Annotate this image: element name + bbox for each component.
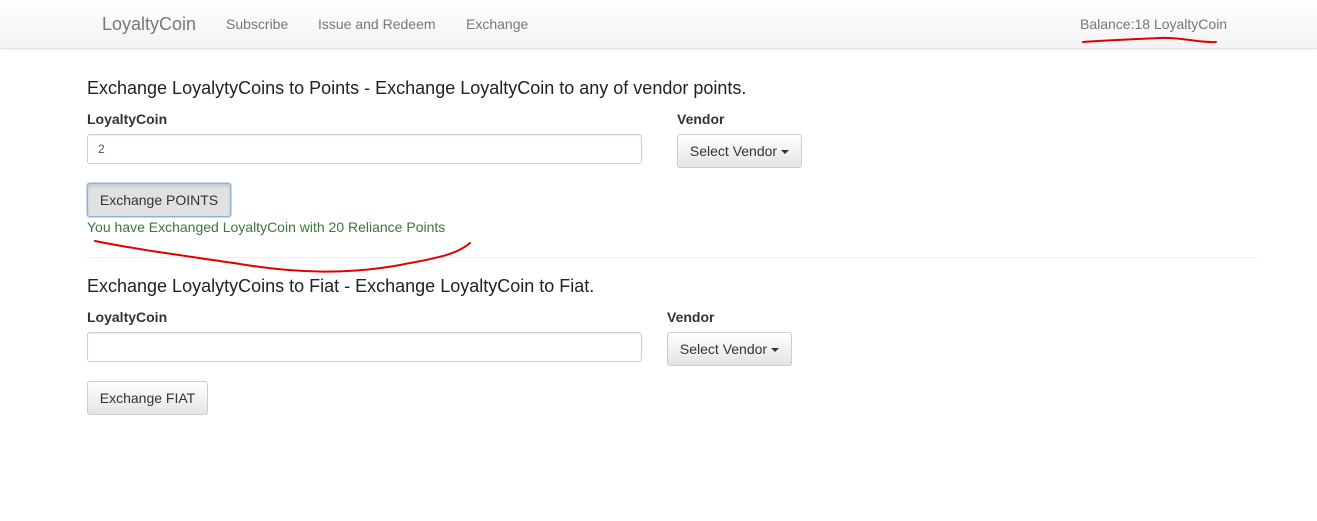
fiat-vendor-label: Vendor [667,309,715,325]
points-section-title: Exchange LoyalytyCoins to Points - Excha… [87,78,747,98]
points-vendor-dropdown[interactable]: Select Vendor [677,134,802,168]
section-divider [87,257,1257,258]
top-navbar: LoyaltyCoin Subscribe Issue and Redeem E… [0,0,1317,49]
fiat-coin-input[interactable] [87,332,642,362]
balance-display: Balance:18 LoyaltyCoin [1080,16,1228,32]
nav-link-issue-and-redeem[interactable]: Issue and Redeem [318,16,436,32]
caret-down-icon [771,348,780,353]
fiat-section-title: Exchange LoyalytyCoins to Fiat - Exchang… [87,276,595,296]
exchange-points-button[interactable]: Exchange POINTS [87,183,231,217]
points-coin-input[interactable]: 2 [87,134,642,164]
fiat-coin-label: LoyaltyCoin [87,309,168,325]
exchange-fiat-button[interactable]: Exchange FIAT [87,381,208,415]
points-vendor-dropdown-label: Select Vendor [689,143,778,159]
brand-link[interactable]: LoyaltyCoin [102,14,196,35]
success-message: You have Exchanged LoyaltyCoin with 20 R… [87,219,446,235]
fiat-vendor-dropdown-label: Select Vendor [679,341,768,357]
points-vendor-label: Vendor [677,111,725,127]
nav-link-exchange[interactable]: Exchange [466,16,528,32]
points-coin-label: LoyaltyCoin [87,111,168,127]
nav-link-subscribe[interactable]: Subscribe [226,16,288,32]
caret-down-icon [781,150,790,155]
fiat-vendor-dropdown[interactable]: Select Vendor [667,332,792,366]
